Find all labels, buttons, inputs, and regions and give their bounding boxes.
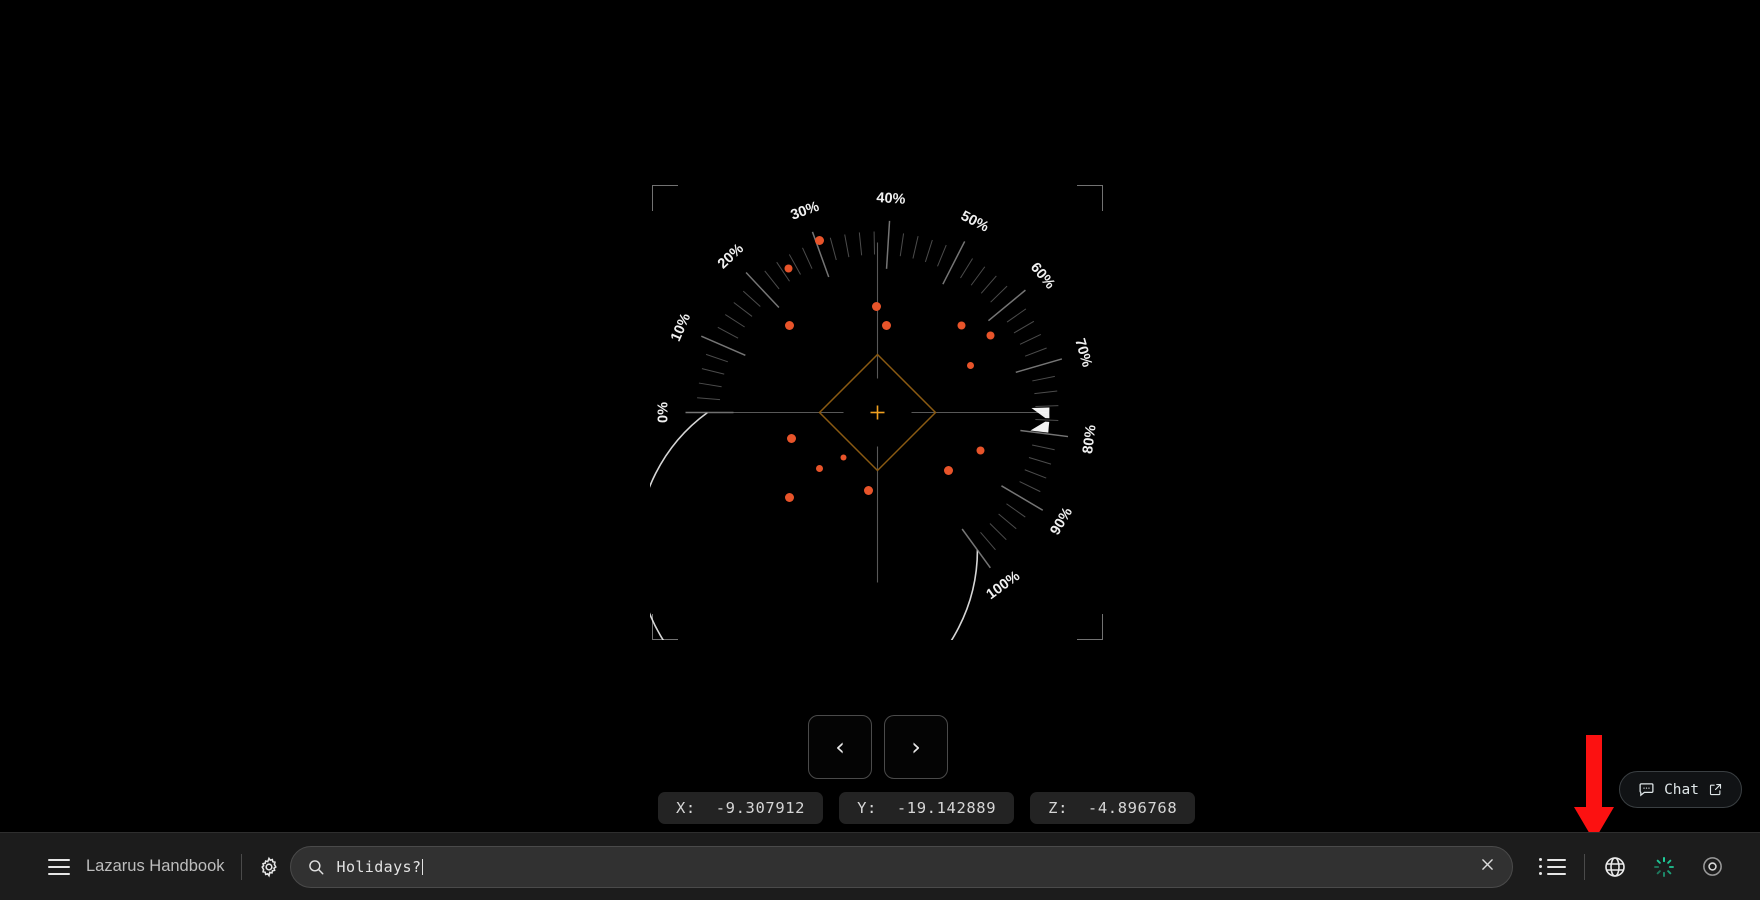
svg-text:40%: 40%	[876, 190, 906, 208]
bottom-toolbar: Lazarus Handbook Holidays?	[0, 832, 1760, 900]
list-view-icon[interactable]	[1539, 858, 1566, 875]
red-down-arrow-annotation	[1574, 735, 1614, 841]
svg-text:60%: 60%	[1027, 260, 1058, 293]
coord-y: Y: -19.142889	[839, 792, 1015, 824]
coord-z: Z: -4.896768	[1030, 792, 1196, 824]
svg-text:70%: 70%	[1071, 337, 1094, 369]
search-input-value: Holidays?	[336, 857, 422, 876]
prev-button[interactable]: ‹	[808, 715, 872, 779]
hamburger-menu-icon[interactable]	[48, 858, 70, 875]
next-button[interactable]: ›	[884, 715, 948, 779]
svg-text:20%: 20%	[715, 241, 747, 273]
gauge-visualization[interactable]: 0% 10% 20% 30% 40% 50% 60% 70% 80% 90% 100%	[650, 185, 1105, 640]
toolbar-divider-2	[1584, 853, 1585, 880]
loading-spinner-icon	[1653, 856, 1675, 878]
slide-navigation[interactable]: ‹ ›	[808, 715, 948, 779]
svg-text:0%: 0%	[656, 402, 672, 423]
search-icon	[308, 859, 323, 874]
coord-x: X: -9.307912	[658, 792, 824, 824]
svg-text:50%: 50%	[958, 208, 991, 235]
spinner-glyph	[1654, 856, 1674, 877]
svg-text:10%: 10%	[668, 311, 694, 344]
coordinate-readout: X: -9.307912 Y: -19.142889 Z: -4.896768	[658, 792, 1196, 824]
chat-button-label: Chat	[1664, 781, 1699, 798]
close-icon[interactable]	[1479, 856, 1496, 878]
toolbar-divider-1	[240, 853, 242, 880]
chat-button[interactable]: Chat	[1619, 771, 1742, 808]
text-caret	[422, 858, 424, 875]
svg-text:90%: 90%	[1047, 505, 1076, 538]
search-input[interactable]: Holidays?	[337, 858, 1467, 876]
brand-title[interactable]: Lazarus Handbook	[86, 857, 225, 876]
radial-gauge-svg: 0% 10% 20% 30% 40% 50% 60% 70% 80% 90% 100%	[650, 190, 1100, 640]
globe-icon[interactable]	[1603, 855, 1627, 879]
record-circle-icon[interactable]	[1701, 855, 1724, 878]
search-bar[interactable]: Holidays?	[289, 845, 1513, 888]
chat-bubble-icon	[1639, 783, 1654, 797]
svg-text:100%: 100%	[984, 568, 1023, 603]
svg-text:80%: 80%	[1080, 424, 1100, 455]
svg-text:30%: 30%	[789, 199, 822, 224]
toolbar-right-group	[1525, 853, 1742, 880]
app-root: 0% 10% 20% 30% 40% 50% 60% 70% 80% 90% 100% ‹ › X:…	[0, 0, 1760, 900]
external-link-icon	[1709, 783, 1722, 796]
gear-icon[interactable]	[258, 856, 280, 878]
